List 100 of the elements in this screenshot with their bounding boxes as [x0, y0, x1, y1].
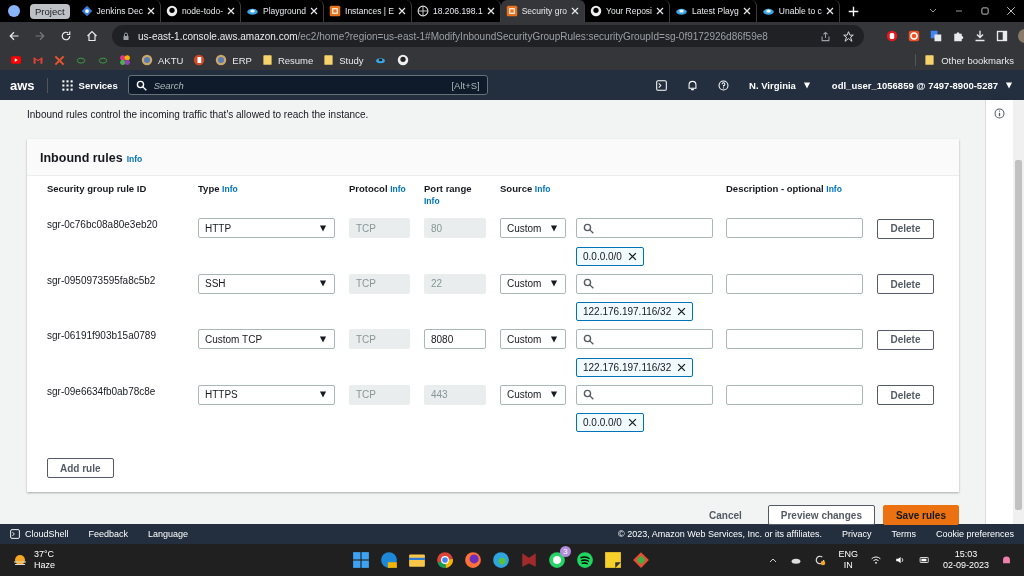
- bookmark[interactable]: Study: [323, 54, 364, 66]
- footer-link[interactable]: Cookie preferences: [935, 529, 1014, 539]
- bookmark[interactable]: ERP: [215, 54, 252, 66]
- add-rule-button[interactable]: Add rule: [47, 458, 114, 478]
- close-icon: [571, 7, 579, 15]
- delete-button[interactable]: Delete: [877, 218, 934, 239]
- sun-icon: [12, 552, 28, 568]
- description-field[interactable]: [726, 329, 863, 349]
- info-link[interactable]: Info: [534, 184, 551, 194]
- save-rules-button[interactable]: Save rules: [882, 505, 959, 525]
- cloudshell-link[interactable]: CloudShell: [10, 529, 69, 539]
- new-tab-icon[interactable]: [847, 5, 859, 17]
- clock-time[interactable]: 15:03: [942, 549, 989, 560]
- help-icon: [718, 79, 730, 91]
- caret-icon: [1004, 81, 1014, 89]
- column-header: Protocol: [349, 183, 388, 194]
- minimize-icon: [954, 7, 964, 15]
- type-select[interactable]: HTTPS: [198, 384, 335, 405]
- preview-changes-button[interactable]: Preview changes: [767, 505, 875, 525]
- terminal-icon: [10, 529, 20, 539]
- clock-date[interactable]: 02-09-2023: [942, 560, 989, 571]
- address-field[interactable]: us-east-1.console.aws.amazon.com/ec2/home?region=us-east-1#ModifyInboundSecurityGroupRules:securityGroupId=sg-0f9172926d86f59e8: [112, 25, 864, 47]
- close-icon: [486, 7, 495, 15]
- caret-icon: [318, 280, 328, 287]
- cancel-button[interactable]: Cancel: [691, 509, 760, 521]
- back-icon: [8, 30, 20, 42]
- other-bookmarks[interactable]: Other bookmarks: [915, 54, 1014, 66]
- puzzle-icon: [952, 30, 964, 42]
- delete-button[interactable]: Delete: [877, 385, 934, 405]
- type-select[interactable]: HTTP: [198, 218, 335, 238]
- footer-link[interactable]: Terms: [891, 529, 916, 539]
- wifi-icon: [869, 555, 882, 565]
- grid-icon: [61, 79, 73, 91]
- remove-icon: [677, 362, 687, 372]
- cube-icon: [329, 5, 342, 17]
- remove-icon: [627, 418, 637, 427]
- source-select[interactable]: Custom: [500, 329, 566, 349]
- translate-icon: [930, 30, 942, 42]
- caret-icon: [801, 81, 812, 89]
- folder-icon: [261, 54, 273, 66]
- cidr-search-field[interactable]: [576, 218, 713, 238]
- description-field[interactable]: [726, 273, 863, 294]
- cidr-search-field[interactable]: [576, 329, 713, 349]
- caret-icon: [549, 280, 559, 287]
- browser-tab[interactable]: Security gro: [500, 0, 585, 22]
- leaf-icon: [97, 55, 109, 65]
- region-indicator[interactable]: IN: [838, 560, 858, 571]
- info-link[interactable]: Info: [826, 184, 842, 194]
- source-select[interactable]: Custom: [500, 384, 566, 405]
- chrome-icon: [436, 551, 454, 569]
- cidr-search-field[interactable]: [576, 384, 713, 405]
- type-select[interactable]: Custom TCP: [198, 329, 335, 349]
- tab-group-label[interactable]: Project: [30, 3, 70, 19]
- source-select[interactable]: Custom: [500, 273, 566, 294]
- caret-icon: [318, 224, 328, 232]
- services-menu[interactable]: Services: [61, 79, 118, 91]
- info-link[interactable]: Info: [390, 184, 406, 194]
- octocat-icon: [165, 5, 178, 17]
- chevron-up-icon: [768, 556, 779, 564]
- cidr-search-field[interactable]: [576, 273, 713, 294]
- region-menu[interactable]: N. Virginia: [749, 79, 812, 91]
- close-icon: [398, 7, 406, 15]
- profile-dot[interactable]: [8, 5, 20, 17]
- description-field[interactable]: [726, 218, 863, 238]
- folder-icon: [408, 551, 426, 569]
- footer-link[interactable]: Language: [148, 529, 189, 539]
- mask-icon: [520, 551, 538, 569]
- plus-icon: [847, 5, 859, 17]
- slides-icon: [193, 54, 206, 66]
- caret-icon: [549, 335, 559, 343]
- footer-link[interactable]: Feedback: [88, 529, 129, 539]
- search-field[interactable]: Search [Alt+S]: [127, 75, 488, 95]
- footer-link[interactable]: Privacy: [841, 529, 872, 539]
- description-field[interactable]: [726, 384, 863, 405]
- rule-id: sgr-06191f903b15a0789: [47, 329, 157, 343]
- column-header: Security group rule ID: [47, 183, 147, 194]
- caret-icon: [549, 391, 559, 398]
- volume-icon: [893, 555, 906, 565]
- diamond-icon: [632, 551, 650, 569]
- browser-icon: [380, 551, 398, 569]
- info-link[interactable]: Info: [126, 154, 143, 164]
- rule-id: sgr-09e6634fb0ab78c8e: [47, 384, 157, 399]
- info-link[interactable]: Info: [222, 184, 238, 194]
- info-link[interactable]: Info: [424, 195, 494, 208]
- play-icon: [10, 55, 22, 65]
- delete-button[interactable]: Delete: [877, 329, 934, 350]
- bookmark[interactable]: AKTU: [141, 54, 184, 66]
- logo[interactable]: aws: [10, 77, 48, 93]
- language-indicator[interactable]: ENG: [838, 549, 858, 560]
- home-icon: [86, 30, 98, 42]
- source-select[interactable]: Custom: [500, 218, 566, 238]
- cidr-token: 122.176.197.116/32: [576, 302, 694, 321]
- bookmark[interactable]: Resume: [261, 54, 314, 66]
- type-select[interactable]: SSH: [198, 273, 335, 294]
- close-icon: [742, 7, 751, 15]
- cross-icon: [54, 54, 65, 66]
- account-menu[interactable]: odl_user_1056859 @ 7497-8900-5287: [831, 79, 1014, 91]
- port-field[interactable]: 8080: [424, 329, 486, 349]
- weather-text: Haze: [34, 560, 55, 571]
- delete-button[interactable]: Delete: [877, 274, 934, 294]
